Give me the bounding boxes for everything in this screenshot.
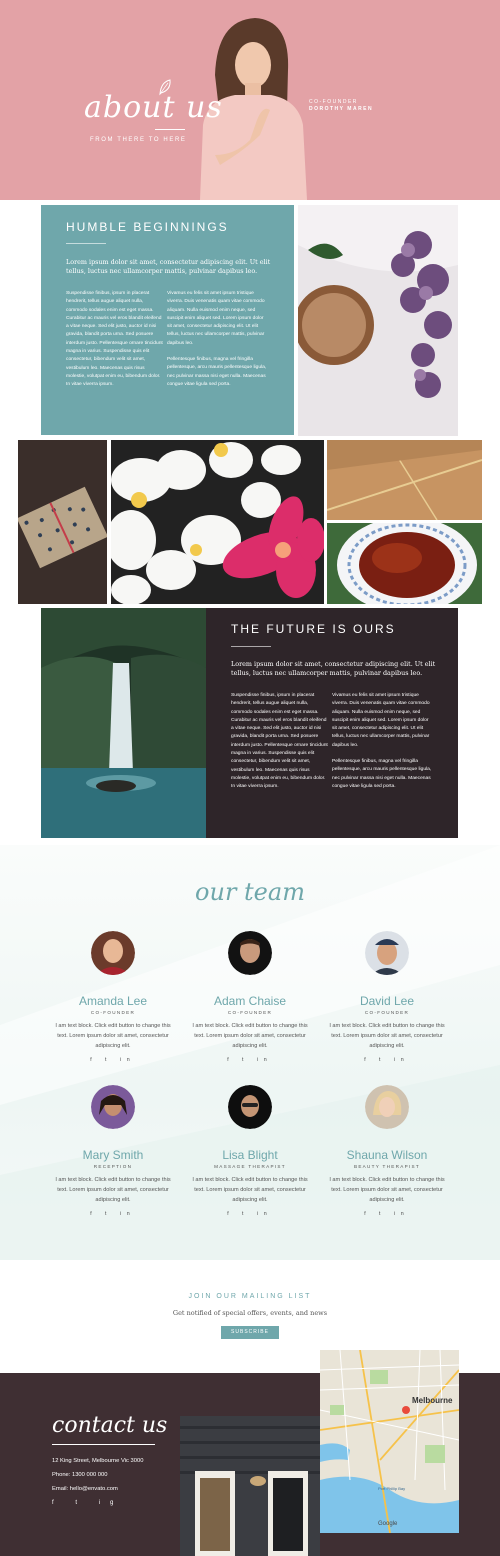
avatar (91, 1085, 135, 1129)
tea-cup-photo (327, 523, 482, 604)
founder-caption: CO-FOUNDER DOROTHY MAREN (309, 99, 373, 113)
map-bay-label: Port Phillip Bay (378, 1486, 405, 1491)
member-name: Amanda Lee (78, 994, 148, 1008)
hero-divider (155, 129, 185, 130)
member-bio: I am text block. Click edit button to ch… (192, 1023, 308, 1049)
team-member-card: Adam Chaise CO-FOUNDER I am text block. … (180, 931, 320, 1063)
team-member-card: Amanda Lee CO-FOUNDER I am text block. C… (43, 931, 183, 1063)
map-pin-icon[interactable] (402, 1406, 410, 1414)
member-bio: I am text block. Click edit button to ch… (55, 1177, 171, 1203)
waterfall-photo (41, 608, 206, 838)
social-links[interactable]: f t in (180, 1057, 320, 1063)
social-links[interactable]: f t in (43, 1057, 183, 1063)
member-name: Adam Chaise (213, 994, 287, 1008)
section-title: HUMBLE BEGINNINGS (66, 220, 229, 234)
humble-beginnings-panel: HUMBLE BEGINNINGS Lorem ipsum dolor sit … (41, 205, 294, 435)
avatar (228, 931, 272, 975)
section-divider (231, 646, 271, 647)
section-column-left: Suspendisse finibus, ipsum in placerat h… (66, 291, 163, 388)
team-member-card: Mary Smith RECEPTION I am text block. Cl… (43, 1085, 183, 1217)
hero-banner (0, 0, 500, 200)
subscribe-button[interactable]: SUBSCRIBE (221, 1326, 279, 1339)
member-bio: I am text block. Click edit button to ch… (329, 1023, 445, 1049)
member-name: Lisa Blight (222, 1148, 278, 1162)
founder-name: DOROTHY MAREN (309, 106, 374, 112)
contact-title: contact us (52, 1413, 168, 1438)
member-role: RECEPTION (93, 1164, 133, 1169)
member-bio: I am text block. Click edit button to ch… (192, 1177, 308, 1203)
location-map[interactable]: Melbourne Port Phillip Bay Google (320, 1350, 459, 1533)
avatar (365, 1085, 409, 1129)
member-name: David Lee (359, 994, 415, 1008)
section-paragraph: Pellentesque finibus, magna vel fringill… (167, 357, 267, 387)
member-role: CO-FOUNDER (364, 1010, 410, 1015)
team-member-card: David Lee CO-FOUNDER I am text block. Cl… (317, 931, 457, 1063)
hero-title: about us (84, 90, 223, 125)
social-links[interactable]: f t in (317, 1057, 457, 1063)
member-name: Mary Smith (82, 1148, 144, 1162)
contact-address: 12 King Street, Melbourne Vic 3000 (52, 1458, 144, 1464)
contact-email[interactable]: Email: hello@envato.com (52, 1486, 118, 1492)
section-paragraph: Vivamus eu felis sit amet ipsum tristiqu… (332, 693, 430, 748)
contact-social-links[interactable]: f t ig (52, 1500, 123, 1506)
section-lead: Lorem ipsum dolor sit amet, consectetur … (66, 258, 271, 275)
member-name: Shauna Wilson (346, 1148, 428, 1162)
social-links[interactable]: f t in (180, 1211, 320, 1217)
team-member-card: Shauna Wilson BEAUTY THERAPIST I am text… (317, 1085, 457, 1217)
mailing-list-subtitle: Get notified of special offers, events, … (172, 1309, 328, 1317)
member-role: BEAUTY THERAPIST (353, 1164, 421, 1169)
member-bio: I am text block. Click edit button to ch… (329, 1177, 445, 1203)
section-column-right: Vivamus eu felis sit amet ipsum tristiqu… (167, 290, 267, 389)
kraft-envelope-photo (327, 440, 482, 520)
mailing-list-title: JOIN OUR MAILING LIST (188, 1293, 312, 1300)
section-lead: Lorem ipsum dolor sit amet, consectetur … (231, 660, 436, 677)
contact-divider (52, 1444, 155, 1445)
social-links[interactable]: f t in (43, 1211, 183, 1217)
member-role: MASSAGE THERAPIST (214, 1164, 286, 1169)
future-is-ours-panel: THE FUTURE IS OURS Lorem ipsum dolor sit… (206, 608, 458, 838)
hero-subtitle: FROM THERE TO HERE (90, 137, 187, 143)
avatar (228, 1085, 272, 1129)
section-paragraph: Vivamus eu felis sit amet ipsum tristiqu… (167, 291, 265, 346)
founder-role: CO-FOUNDER (309, 99, 358, 105)
social-links[interactable]: f t in (317, 1211, 457, 1217)
team-title: our team (195, 878, 305, 906)
storefront-photo (180, 1416, 320, 1556)
lilac-coffee-photo (298, 205, 458, 436)
avatar (91, 931, 135, 975)
avatar (365, 931, 409, 975)
member-bio: I am text block. Click edit button to ch… (55, 1023, 171, 1049)
section-column-right: Vivamus eu felis sit amet ipsum tristiqu… (332, 692, 432, 791)
map-city-label: Melbourne (412, 1396, 453, 1405)
map-attribution: Google (378, 1521, 398, 1527)
member-role: CO-FOUNDER (90, 1010, 136, 1015)
section-column-left: Suspendisse finibus, ipsum in placerat h… (231, 693, 328, 790)
gift-box-photo (18, 440, 107, 604)
flowers-photo (111, 440, 324, 604)
team-member-card: Lisa Blight MASSAGE THERAPIST I am text … (180, 1085, 320, 1217)
member-role: CO-FOUNDER (227, 1010, 273, 1015)
section-divider (66, 243, 106, 244)
section-paragraph: Pellentesque finibus, magna vel fringill… (332, 759, 432, 789)
section-title: THE FUTURE IS OURS (231, 622, 396, 636)
contact-phone: Phone: 1300 000 000 (52, 1472, 108, 1478)
